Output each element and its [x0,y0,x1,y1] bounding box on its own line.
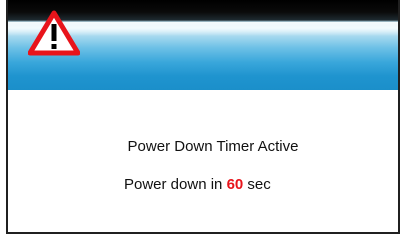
power-down-timer-dialog: Power Down Timer Active Power down in 60… [0,0,406,242]
timer-active-message: Power Down Timer Active [127,138,299,155]
countdown-message: Power down in 60 sec [124,176,271,193]
warning-triangle-icon [28,10,80,56]
dialog-body: Power Down Timer Active Power down in 60… [8,90,398,232]
dialog-frame: Power Down Timer Active Power down in 60… [6,0,400,234]
countdown-prefix: Power down in [124,176,223,193]
dialog-header [8,0,398,90]
countdown-seconds-value: 60 [226,176,244,193]
countdown-unit: sec [247,176,271,193]
